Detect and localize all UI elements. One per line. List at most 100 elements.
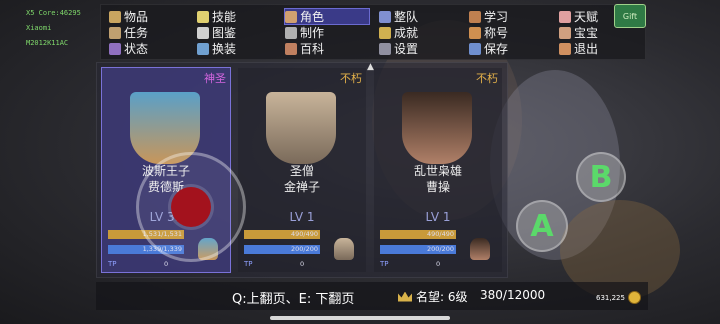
hp-bar: 490/490: [380, 230, 456, 239]
character-sprite: [334, 238, 354, 260]
menu-item-label: 成就: [394, 26, 419, 40]
hp-bar: 490/490: [244, 230, 320, 239]
menu-item-3[interactable]: 整队: [379, 9, 439, 24]
menu-item-label: 宝宝: [574, 26, 599, 40]
menu-item-5[interactable]: 天赋: [559, 9, 619, 24]
character-card[interactable]: 不朽 乱世枭雄 曹操 LV 1 HP 490/490 MP 200/200 TP…: [374, 68, 502, 272]
encyclopedia-icon: [285, 42, 297, 55]
mp-value: 200/200: [426, 245, 454, 253]
moon-icon: [197, 10, 209, 23]
tp-value: 0: [300, 260, 305, 268]
rank-label: 不朽: [340, 72, 362, 85]
menu-item-label: 设置: [394, 42, 419, 56]
menu-item-label: 称号: [484, 26, 509, 40]
debug-info: X5 Core:46295 Xiaomi M2012K11AC: [26, 6, 81, 51]
debug-line: X5 Core:46295: [26, 9, 81, 17]
rank-label: 不朽: [476, 72, 498, 85]
trophy-icon: [379, 26, 391, 39]
debug-line: M2012K11AC: [26, 39, 69, 47]
joystick-knob[interactable]: [171, 187, 211, 227]
b-button[interactable]: B: [576, 152, 626, 202]
menu-item-label: 物品: [124, 10, 149, 24]
menu-item-label: 退出: [574, 42, 599, 56]
menu-item-2[interactable]: 角色: [284, 8, 370, 25]
character-card[interactable]: 不朽 圣僧 金禅子 LV 1 HP 490/490 MP 200/200 TP …: [238, 68, 366, 272]
top-menu: 物品 技能 角色 整队 学习 天赋任务 图鉴 制作 成就 称号 宝宝状态 换装 百科 设置 保存 退出: [100, 4, 646, 60]
menu-item-1[interactable]: 技能: [197, 9, 257, 24]
bottom-bar: [96, 282, 648, 310]
a-button[interactable]: A: [516, 200, 568, 252]
hp-value: 490/490: [290, 230, 318, 238]
menu-item-10[interactable]: 称号: [469, 25, 529, 40]
menu-item-15[interactable]: 设置: [379, 41, 439, 56]
save-icon: [469, 42, 481, 55]
gift-button[interactable]: Gift: [614, 4, 646, 28]
character-title: 圣僧: [289, 164, 314, 178]
bag-icon: [109, 10, 121, 23]
menu-item-9[interactable]: 成就: [379, 25, 439, 40]
tp-value: 0: [164, 260, 169, 268]
character-level: LV 1: [289, 210, 315, 224]
character-level: LV 1: [425, 210, 451, 224]
menu-item-label: 制作: [300, 26, 325, 40]
menu-item-0[interactable]: 物品: [109, 9, 169, 24]
anvil-icon: [285, 26, 297, 39]
tp-label: TP: [244, 260, 253, 268]
character-icon: [285, 10, 297, 23]
menu-item-12[interactable]: 状态: [109, 41, 169, 56]
character-portrait: [402, 92, 472, 164]
gold-display: 631,225: [596, 291, 641, 304]
talent-icon: [559, 10, 571, 23]
tp-label: TP: [380, 260, 389, 268]
gear-icon: [379, 42, 391, 55]
menu-item-label: 状态: [124, 42, 149, 56]
menu-item-11[interactable]: 宝宝: [559, 25, 619, 40]
fame-display: 名望: 6级: [398, 288, 468, 305]
menu-item-7[interactable]: 图鉴: [197, 25, 257, 40]
menu-item-6[interactable]: 任务: [109, 25, 169, 40]
menu-item-label: 角色: [300, 10, 325, 24]
home-indicator: [270, 316, 450, 320]
pet-icon: [559, 26, 571, 39]
coin-icon: [627, 291, 641, 304]
debug-line: Xiaomi: [26, 24, 52, 32]
menu-item-label: 整队: [394, 10, 419, 24]
menu-item-label: 技能: [212, 10, 237, 24]
menu-item-label: 天赋: [574, 10, 599, 24]
character-name: 金禅子: [283, 180, 320, 194]
menu-item-17[interactable]: 退出: [559, 41, 619, 56]
team-icon: [379, 10, 391, 23]
page-hint: Q:上翻页、E: 下翻页: [232, 292, 355, 307]
character-name: 曹操: [425, 180, 450, 194]
menu-item-14[interactable]: 百科: [285, 41, 345, 56]
menu-item-label: 学习: [484, 10, 509, 24]
menu-item-8[interactable]: 制作: [285, 25, 345, 40]
exp-progress: 380/12000: [480, 288, 546, 302]
menu-item-label: 保存: [484, 42, 509, 56]
tp-value: 0: [436, 260, 441, 268]
mp-bar: 200/200: [244, 245, 320, 254]
menu-item-label: 换装: [212, 42, 237, 56]
menu-item-16[interactable]: 保存: [469, 41, 529, 56]
mp-bar: 200/200: [380, 245, 456, 254]
tp-label: TP: [108, 260, 117, 268]
menu-item-13[interactable]: 换装: [197, 41, 257, 56]
hp-value: 490/490: [426, 230, 454, 238]
menu-item-label: 任务: [124, 26, 149, 40]
rank-label: 神圣: [204, 72, 226, 85]
menu-item-4[interactable]: 学习: [469, 9, 529, 24]
crown-icon: [398, 291, 412, 302]
character-portrait: [266, 92, 336, 164]
scroll-icon: [109, 26, 121, 39]
costume-icon: [197, 42, 209, 55]
exit-icon: [559, 42, 571, 55]
gold-amount: 631,225: [596, 293, 625, 302]
book-icon: [469, 10, 481, 23]
menu-item-label: 图鉴: [212, 26, 237, 40]
menu-item-label: 百科: [300, 42, 325, 56]
character-sprite: [470, 238, 490, 260]
mp-value: 200/200: [290, 245, 318, 253]
ribbon-icon: [197, 26, 209, 39]
character-title: 乱世枭雄: [413, 164, 462, 178]
scroll-up-icon[interactable]: ▲: [367, 62, 374, 72]
